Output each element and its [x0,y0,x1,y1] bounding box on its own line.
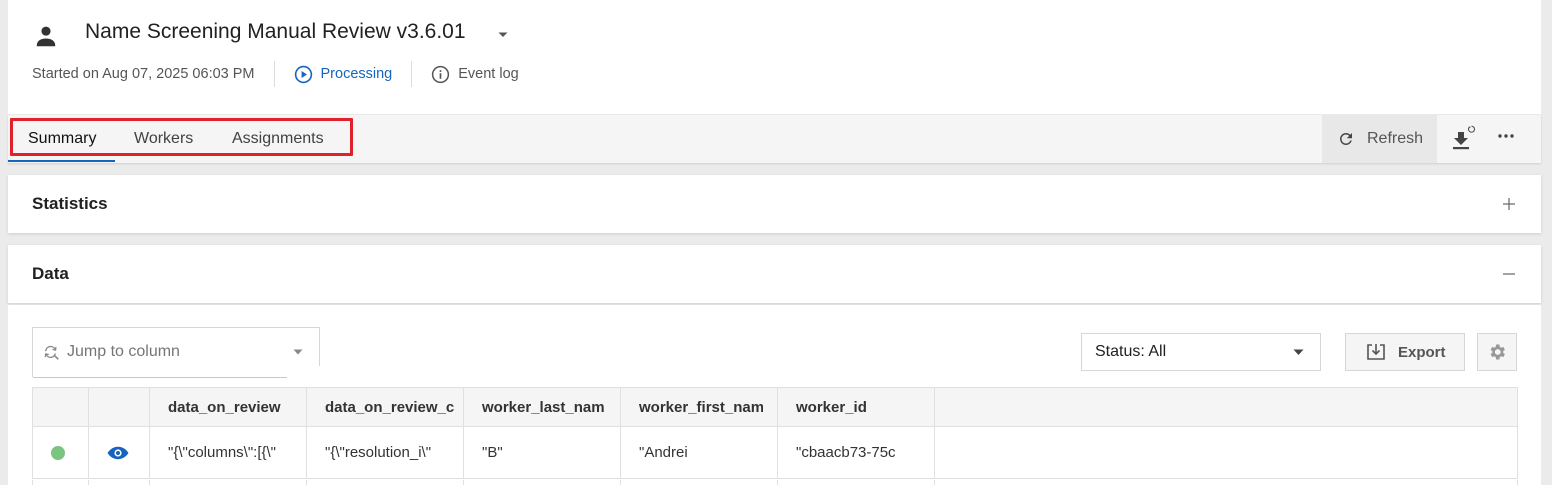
caret-down-icon [1293,349,1304,355]
cell-data-on-review[interactable]: "{\"columns\":[{\" [150,427,307,478]
row-view-cell[interactable] [89,427,150,478]
row-spacer-cell [935,427,1517,478]
column-header-worker-first-name[interactable]: worker_first_nam [621,388,778,426]
table-row-partial [32,480,1518,485]
caret-down-icon[interactable] [497,31,509,39]
cell-worker-last-name[interactable]: "B" [464,427,621,478]
column-header-status [33,388,89,426]
tab-bar: Summary Workers Assignments Refresh [8,115,1541,163]
data-panel-body: Status: All Export data_on_review [8,305,1541,485]
column-header-view [89,388,150,426]
refresh-icon [1340,133,1352,145]
statistics-panel[interactable]: Statistics [8,175,1541,233]
divider [411,61,413,87]
event-log-link[interactable]: Event log [431,65,519,84]
export-button[interactable]: Export [1345,333,1465,371]
jump-search-icon [44,345,59,360]
export-label: Export [1398,343,1446,361]
refresh-button[interactable]: Refresh [1322,115,1437,163]
status-filter-value: Status: All [1095,343,1167,360]
status-processing: Processing [294,65,393,84]
data-table: data_on_review data_on_review_c worker_l… [32,387,1518,485]
status-label: Processing [320,66,393,82]
data-panel[interactable]: Data [8,245,1541,303]
export-icon [1367,344,1385,360]
table-row[interactable]: "{\"columns\":[{\" "{\"resolution_i\" "B… [32,427,1518,479]
cell-worker-id[interactable]: "cbaacb73-75c [778,427,935,478]
refresh-label: Refresh [1367,130,1424,147]
cell-data-on-review-c[interactable]: "{\"resolution_i\" [307,427,464,478]
tabs-highlight-box [10,118,353,156]
active-tab-indicator [8,160,115,162]
plus-icon[interactable] [1503,198,1515,210]
row-status-cell [33,427,89,478]
column-header-worker-last-name[interactable]: worker_last_name [464,388,621,426]
divider [273,61,275,87]
column-header-data-on-review-c[interactable]: data_on_review_c [307,388,464,426]
table-header-row: data_on_review data_on_review_c worker_l… [32,387,1518,427]
process-meta: Started on Aug 07, 2025 06:03 PM Process… [32,61,519,87]
column-header-data-on-review[interactable]: data_on_review [150,388,307,426]
minus-icon[interactable] [1503,268,1515,280]
person-icon [36,26,56,47]
page-title: Name Screening Manual Review v3.6.01 [85,20,466,43]
page: Name Screening Manual Review v3.6.01 Sta… [8,0,1541,485]
column-header-worker-id[interactable]: worker_id [778,388,935,426]
download-sync-icon[interactable] [1448,123,1476,153]
cell-worker-first-name[interactable]: "Andrei [621,427,778,478]
started-timestamp: Started on Aug 07, 2025 06:03 PM [32,66,255,82]
status-filter-select[interactable]: Status: All [1081,333,1321,371]
jump-to-column-input[interactable] [67,339,277,365]
jump-to-column-combobox[interactable] [32,327,320,378]
input-underline [33,377,287,378]
table-settings-button[interactable] [1477,333,1517,371]
event-log-label: Event log [458,66,519,82]
caret-down-icon[interactable] [293,349,303,355]
status-dot [51,445,65,460]
eye-icon[interactable] [107,446,129,460]
info-icon [432,65,450,83]
play-circle-icon [294,65,312,83]
column-header-spacer [935,388,1517,426]
more-horizontal-icon[interactable] [1496,129,1516,143]
gear-icon [1490,344,1505,360]
statistics-title: Statistics [32,194,108,213]
data-title: Data [32,264,69,283]
process-header: Name Screening Manual Review v3.6.01 Sta… [8,0,1541,114]
